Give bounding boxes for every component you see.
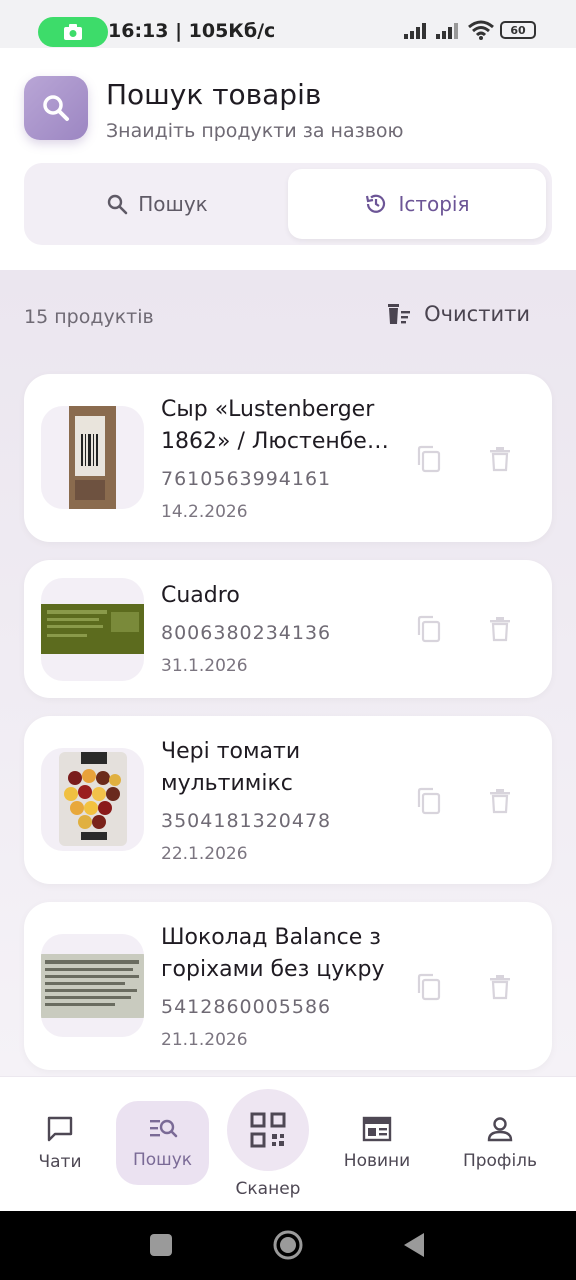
- status-bar: 16:13 | 105Кб/с 60: [0, 0, 576, 48]
- square-icon: [150, 1234, 172, 1256]
- trash-icon: [490, 617, 510, 642]
- product-date: 31.1.2026: [161, 656, 248, 676]
- delete-button[interactable]: [484, 613, 516, 645]
- header: Пошук товарів Знаидіть продукти за назво…: [0, 48, 576, 270]
- circle-icon: [273, 1230, 303, 1260]
- wifi-icon: [468, 20, 494, 40]
- delete-button[interactable]: [484, 443, 516, 475]
- delete-button[interactable]: [484, 785, 516, 817]
- camera-icon: [64, 24, 82, 40]
- search-icon: [43, 95, 69, 121]
- recent-apps-button[interactable]: [149, 1233, 173, 1261]
- product-barcode: 7610563994161: [161, 468, 332, 490]
- delete-button[interactable]: [484, 971, 516, 1003]
- nav-scanner[interactable]: [227, 1089, 309, 1171]
- nav-chats-label: Чати: [38, 1152, 82, 1172]
- page-title: Пошук товарів: [106, 78, 322, 111]
- copy-button[interactable]: [413, 971, 445, 1003]
- nav-chats[interactable]: Чати: [20, 1101, 100, 1185]
- nav-search[interactable]: Пошук: [116, 1101, 209, 1185]
- tab-history[interactable]: Історія: [288, 169, 546, 239]
- screen-record-indicator: [38, 17, 108, 47]
- trash-icon: [490, 975, 510, 1000]
- nav-search-label: Пошук: [132, 1150, 193, 1170]
- trash-icon: [490, 789, 510, 814]
- profile-icon: [487, 1117, 513, 1142]
- copy-icon: [417, 787, 441, 815]
- list-item[interactable]: Чері томати мультимікс 3504181320478 22.…: [24, 716, 552, 884]
- home-button[interactable]: [272, 1229, 304, 1265]
- product-thumbnail: [41, 934, 144, 1037]
- clear-history-label: Очистити: [424, 302, 530, 326]
- product-name-line: Cuadro: [161, 583, 240, 608]
- product-thumbnail: [41, 748, 144, 851]
- product-barcode: 5412860005586: [161, 996, 332, 1018]
- product-name-line: мультимікс: [161, 771, 293, 796]
- cheese-package-image: [69, 406, 116, 509]
- status-time-speed: 16:13 | 105Кб/с: [108, 20, 276, 42]
- copy-icon: [417, 973, 441, 1001]
- chocolate-package-image: [41, 954, 144, 1018]
- product-date: 14.2.2026: [161, 502, 248, 522]
- history-list-area[interactable]: 15 продуктів Очистити Сыр «Lustenberger …: [0, 270, 576, 1076]
- product-name-line: Сыр «Lustenberger: [161, 397, 375, 422]
- product-name-line: Шоколад Balance з: [161, 925, 381, 950]
- nav-profile[interactable]: Профіль: [452, 1101, 548, 1185]
- back-triangle-icon: [404, 1233, 424, 1257]
- bottom-navigation: Чати Пошук Сканер Новини Профіль: [0, 1076, 576, 1211]
- product-count: 15 продуктів: [24, 306, 154, 328]
- product-name: Cuadro: [161, 580, 391, 612]
- product-name-line: 1862» / Люстенбергер: [161, 429, 391, 454]
- copy-button[interactable]: [413, 785, 445, 817]
- status-icons: 60: [404, 20, 536, 40]
- system-navigation-bar: [0, 1211, 576, 1280]
- clear-list-icon: [388, 304, 411, 324]
- news-icon: [362, 1116, 392, 1142]
- copy-button[interactable]: [413, 443, 445, 475]
- list-item[interactable]: Cuadro 8006380234136 31.1.2026: [24, 560, 552, 698]
- product-date: 21.1.2026: [161, 1030, 248, 1050]
- nav-profile-label: Профіль: [462, 1151, 538, 1171]
- product-barcode: 8006380234136: [161, 622, 332, 644]
- product-name-line: горіхами без цукру: [161, 957, 385, 982]
- nav-news[interactable]: Новини: [334, 1101, 420, 1185]
- wafer-package-image: [41, 604, 144, 654]
- battery-icon: 60: [500, 21, 536, 39]
- product-name: Сыр «Lustenberger 1862» / Люстенбергер: [161, 394, 391, 458]
- chat-icon: [47, 1116, 73, 1142]
- product-thumbnail: [41, 406, 144, 509]
- page-subtitle: Знаидіть продукти за назвою: [106, 120, 404, 142]
- product-name: Чері томати мультимікс: [161, 736, 391, 800]
- trash-icon: [490, 447, 510, 472]
- nav-news-label: Новини: [343, 1151, 411, 1171]
- signal-icon: [436, 23, 458, 39]
- product-name: Шоколад Balance з горіхами без цукру: [161, 922, 391, 986]
- search-list-icon: [149, 1119, 177, 1138]
- clear-history-button[interactable]: Очистити: [386, 302, 530, 326]
- list-item[interactable]: Сыр «Lustenberger 1862» / Люстенбергер 7…: [24, 374, 552, 542]
- signal-icon: [404, 23, 426, 39]
- product-barcode: 3504181320478: [161, 810, 332, 832]
- history-icon: [366, 194, 386, 213]
- tab-search[interactable]: Пошук: [30, 169, 284, 239]
- product-thumbnail: [41, 578, 144, 681]
- tomatoes-package-image: [59, 752, 127, 846]
- app-search-badge: [24, 76, 88, 140]
- back-button[interactable]: [402, 1232, 426, 1262]
- product-name-line: Чері томати: [161, 739, 301, 764]
- list-item[interactable]: Шоколад Balance з горіхами без цукру 541…: [24, 902, 552, 1070]
- nav-scanner-label[interactable]: Сканер: [220, 1179, 316, 1199]
- tab-bar: Пошук Історія: [24, 163, 552, 245]
- search-icon: [108, 194, 128, 215]
- tab-history-label: Історія: [398, 192, 470, 216]
- copy-button[interactable]: [413, 613, 445, 645]
- tab-search-label: Пошук: [138, 192, 208, 216]
- copy-icon: [417, 445, 441, 473]
- copy-icon: [417, 615, 441, 643]
- product-date: 22.1.2026: [161, 844, 248, 864]
- qr-scan-icon: [250, 1112, 286, 1148]
